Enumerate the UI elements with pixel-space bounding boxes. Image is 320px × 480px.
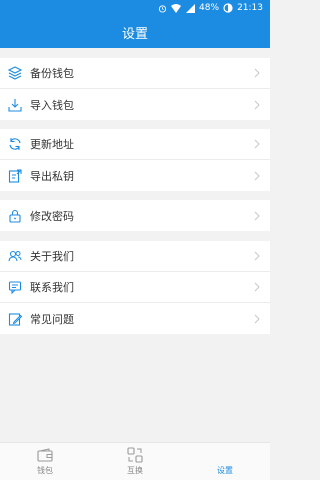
chevron-right-icon: [254, 171, 260, 181]
page-title: 设置: [121, 26, 148, 42]
settings-item-contact-us[interactable]: 联系我们: [0, 272, 270, 303]
battery-icon: [223, 3, 233, 13]
status-bar: 48% 21:13: [0, 0, 270, 16]
settings-item-label: 备份钱包: [30, 67, 74, 80]
refresh-icon: [8, 137, 22, 151]
settings-group-wallet: 备份钱包 导入钱包: [0, 58, 270, 120]
chevron-right-icon: [254, 314, 260, 324]
download-icon: [8, 98, 22, 112]
tab-label: 钱包: [37, 466, 53, 475]
settings-item-import-wallet[interactable]: 导入钱包: [0, 89, 270, 120]
people-icon: [8, 249, 22, 263]
battery-percent: 48%: [199, 3, 220, 13]
settings-item-update-address[interactable]: 更新地址: [0, 129, 270, 160]
export-key-icon: [8, 168, 22, 183]
settings-item-change-password[interactable]: 修改密码: [0, 200, 270, 231]
settings-item-faq[interactable]: 常见问题: [0, 303, 270, 334]
chevron-right-icon: [254, 282, 260, 292]
page-title-bar: 设置: [0, 16, 270, 48]
settings-item-label: 联系我们: [30, 281, 74, 294]
settings-item-backup-wallet[interactable]: 备份钱包: [0, 58, 270, 89]
swap-icon: [127, 447, 143, 463]
tab-wallet[interactable]: 钱包: [0, 447, 90, 476]
settings-item-export-private-key[interactable]: 导出私钥: [0, 160, 270, 191]
settings-item-label: 更新地址: [30, 138, 74, 151]
settings-item-label: 导入钱包: [30, 98, 74, 112]
settings-item-label: 关于我们: [30, 250, 74, 263]
settings-group-password: 修改密码: [0, 200, 270, 231]
tab-label: 设置: [217, 466, 233, 475]
bottom-tab-bar: 钱包 互换 设置: [0, 442, 270, 480]
settings-item-label: 常见问题: [30, 312, 74, 326]
wifi-icon: [171, 3, 182, 13]
settings-group-about: 关于我们 联系我们 常见问题: [0, 241, 270, 334]
chevron-right-icon: [254, 211, 260, 221]
settings-item-label: 修改密码: [30, 209, 74, 223]
settings-icon: [217, 447, 233, 463]
clock-time: 21:13: [237, 3, 263, 13]
alarm-icon: [157, 3, 167, 13]
wallet-icon: [37, 447, 53, 463]
settings-item-label: 导出私钥: [30, 169, 74, 183]
chevron-right-icon: [254, 100, 260, 110]
chevron-right-icon: [254, 251, 260, 261]
layers-icon: [8, 66, 22, 80]
signal-icon: [185, 3, 195, 13]
tab-swap[interactable]: 互换: [90, 447, 180, 476]
chat-icon: [8, 280, 22, 294]
chevron-right-icon: [254, 139, 260, 149]
lock-icon: [8, 209, 22, 223]
edit-icon: [8, 312, 22, 326]
chevron-right-icon: [254, 68, 260, 78]
settings-item-about-us[interactable]: 关于我们: [0, 241, 270, 272]
tab-settings[interactable]: 设置: [180, 447, 270, 476]
settings-group-address: 更新地址 导出私钥: [0, 129, 270, 191]
tab-label: 互换: [127, 466, 143, 475]
